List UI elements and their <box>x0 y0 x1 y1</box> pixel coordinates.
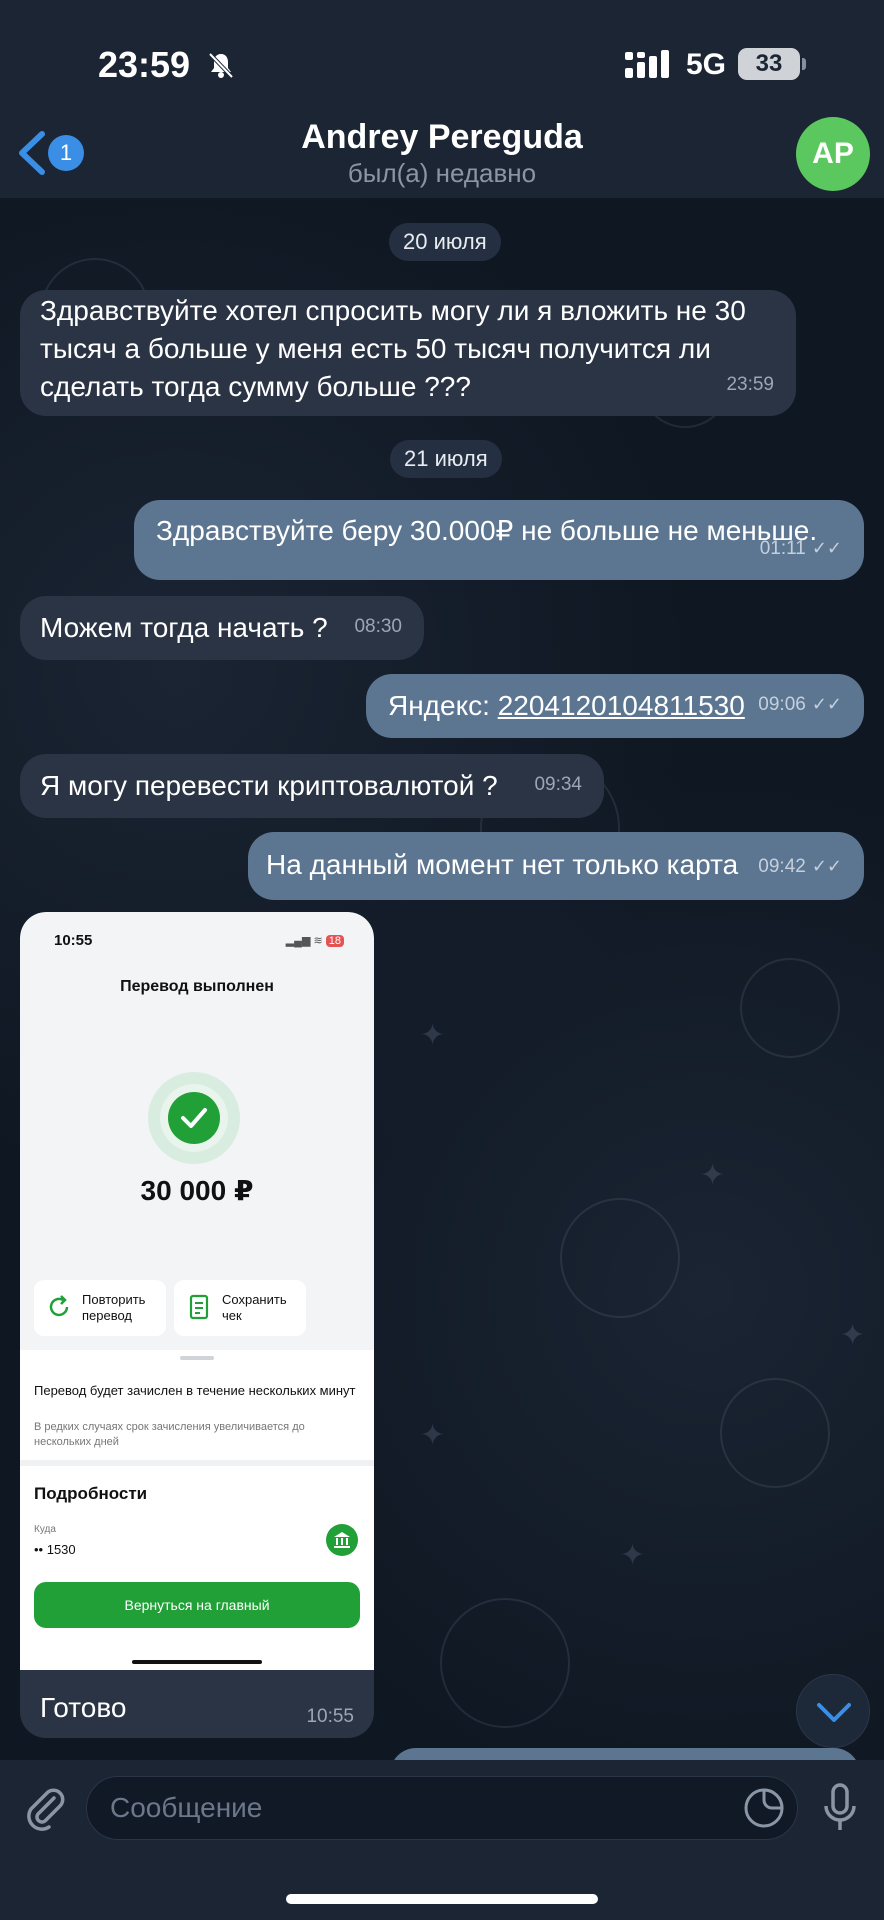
message-text: На данный момент нет только карта <box>266 849 739 880</box>
details-title: Подробности <box>34 1484 148 1503</box>
transfer-screenshot[interactable]: 10:55 ▂▄▆ ≋ 18 Перевод выполнен 30 000 ₽… <box>20 912 374 1670</box>
repeat-transfer-card: Повторить перевод <box>34 1280 166 1336</box>
repeat-label: Повторить перевод <box>82 1292 146 1323</box>
message-time: 01:11 <box>759 538 806 559</box>
image-caption: Готово <box>40 1692 127 1723</box>
bell-muted-icon <box>208 52 234 79</box>
screenshot-title: Перевод выполнен <box>120 978 274 995</box>
message-meta: 09:06 ✓✓ <box>758 685 842 724</box>
message-time: 09:06 <box>758 694 806 715</box>
sheet-handle <box>180 1356 214 1360</box>
message-text: Яндекс: 2204120104811530 <box>388 687 745 725</box>
message-text: Можем тогда начать ? <box>40 612 328 643</box>
incoming-message[interactable]: Здравствуйте хотел спросить могу ли я вл… <box>20 290 796 416</box>
repeat-icon <box>49 1295 69 1317</box>
transfer-amount: 30 000 ₽ <box>140 1175 254 1206</box>
message-time: 23:59 <box>726 374 774 395</box>
battery-indicator: 33 <box>738 48 806 80</box>
read-checks-icon: ✓✓ <box>811 856 842 876</box>
attach-icon[interactable] <box>20 1784 68 1832</box>
divider <box>20 1460 374 1466</box>
message-meta: 09:42 ✓✓ <box>758 847 842 886</box>
message-time: 10:55 <box>306 1706 354 1727</box>
read-checks-icon: ✓✓ <box>811 694 842 714</box>
message-meta: 01:11 ✓✓ <box>760 529 842 568</box>
status-time: 23:59 <box>98 44 191 85</box>
chevron-down-icon <box>817 1703 851 1722</box>
avatar[interactable]: AP <box>796 117 870 191</box>
screenshot-home-indicator <box>132 1660 262 1664</box>
outgoing-message[interactable]: Яндекс: 2204120104811530 09:06 ✓✓ <box>366 674 864 738</box>
incoming-message[interactable]: Можем тогда начать ? 08:30 <box>20 596 424 660</box>
message-text: Здравствуйте хотел спросить могу ли я вл… <box>40 295 746 402</box>
read-checks-icon: ✓✓ <box>811 538 842 558</box>
message-placeholder: Сообщение <box>110 1792 263 1823</box>
sticker-icon[interactable] <box>742 1786 786 1830</box>
scroll-down-button[interactable] <box>796 1674 870 1748</box>
transfer-notice-sub: В редких случаях срок зачисления увеличи… <box>34 1421 305 1448</box>
signal-icon <box>625 50 669 78</box>
bank-icon <box>326 1524 358 1556</box>
to-label: Куда <box>34 1524 56 1535</box>
outgoing-message[interactable]: Здравствуйте беру 30.000₽ не больше не м… <box>134 500 864 580</box>
receipt-icon <box>189 1294 209 1320</box>
contact-name[interactable]: Andrey Pereguda <box>0 118 884 157</box>
message-time: 08:30 <box>354 616 402 637</box>
transfer-notice: Перевод будет зачислен в течение несколь… <box>34 1383 356 1398</box>
screenshot-battery-badge: 18 <box>325 935 344 947</box>
date-separator: 21 июля <box>390 440 502 478</box>
screenshot-time: 10:55 <box>54 932 93 949</box>
message-prefix: Яндекс: <box>388 690 498 721</box>
message-text: Я могу перевести криптовалютой ? <box>40 770 498 801</box>
card-number-link[interactable]: 2204120104811530 <box>498 690 745 721</box>
date-separator: 20 июля <box>389 223 501 261</box>
save-label: Сохранить чек <box>222 1292 287 1323</box>
outgoing-message[interactable]: На данный момент нет только карта 09:42 ✓… <box>248 832 864 900</box>
return-home-button: Вернуться на главный <box>34 1582 360 1628</box>
to-value: •• 1530 <box>34 1542 76 1557</box>
screenshot-status-icons: ▂▄▆ ≋ 18 <box>286 934 344 947</box>
contact-status: был(а) недавно <box>347 158 537 188</box>
incoming-message[interactable]: Я могу перевести криптовалютой ? 09:34 <box>20 754 604 818</box>
message-time: 09:34 <box>534 774 582 795</box>
message-text: Здравствуйте беру 30.000₽ не больше не м… <box>156 515 818 546</box>
home-indicator <box>286 1894 598 1904</box>
network-label: 5G <box>686 48 727 81</box>
message-time: 09:42 <box>758 856 806 877</box>
image-message[interactable]: 10:55 ▂▄▆ ≋ 18 Перевод выполнен 30 000 ₽… <box>20 912 374 1738</box>
success-check-icon <box>168 1092 220 1144</box>
microphone-icon[interactable] <box>822 1782 858 1834</box>
save-receipt-card: Сохранить чек <box>174 1280 306 1336</box>
